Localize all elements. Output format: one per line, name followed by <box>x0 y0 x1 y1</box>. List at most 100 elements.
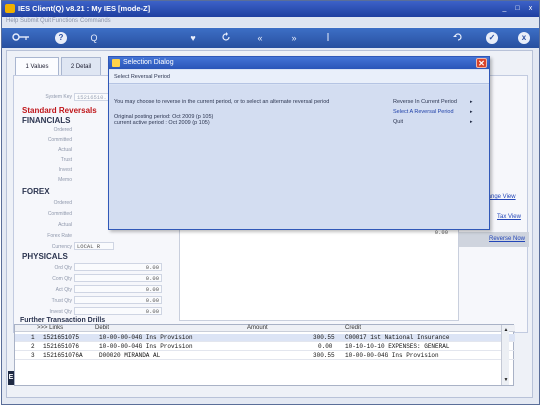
table-scrollbar[interactable]: ▲ ▼ <box>501 325 509 385</box>
dialog-subtitle-bar: Select Reversal Period <box>109 70 489 84</box>
app-logo-icon <box>5 4 15 13</box>
col-debit[interactable]: Debit <box>95 325 109 331</box>
drills-title: Further Transaction Drills <box>20 317 106 324</box>
drills-table: >>> Links Debit Amount Credit 1 15216510… <box>14 324 515 386</box>
actual-label: Actual <box>58 147 72 153</box>
dialog-message: You may choose to reverse in the current… <box>114 99 330 105</box>
chevron-right-icon: ▸ <box>470 109 473 115</box>
info-icon[interactable] <box>322 32 334 44</box>
col-amount[interactable]: Amount <box>247 325 268 331</box>
help-icon[interactable]: ? <box>55 32 67 44</box>
physicals-title: PHYSICALS <box>22 252 68 261</box>
dialog-subtitle: Select Reversal Period <box>114 74 170 80</box>
com-qty-label: Com Qty <box>52 276 72 282</box>
detail-area: 0.00 <box>179 226 459 321</box>
forex-rate-label: Forex Rate <box>47 233 72 239</box>
reverse-current-period-option[interactable]: Reverse In Current Period <box>393 99 457 105</box>
reload-icon[interactable] <box>452 32 464 44</box>
maximize-button[interactable]: □ <box>512 4 523 14</box>
ordered-label: Ordered <box>53 127 72 133</box>
trust-label: Trust <box>60 157 72 163</box>
row-amount: 300.55 <box>313 334 335 341</box>
check-icon[interactable]: ✓ <box>486 32 498 44</box>
scroll-down-icon[interactable]: ▼ <box>503 377 509 383</box>
tax-view-link[interactable]: Tax View <box>497 214 521 220</box>
heart-icon[interactable]: ♥ <box>187 32 199 44</box>
tab-detail-label: 2 Detail <box>70 64 92 70</box>
row-number: 1 <box>31 334 35 341</box>
detail-value: 0.00 <box>434 229 448 236</box>
window-title: IES Client(Q) v8.21 : My IES [mode-Z] <box>18 4 151 13</box>
row-amount: 0.00 <box>318 343 333 350</box>
committed-label: Committed <box>47 137 72 143</box>
col-links[interactable]: >>> Links <box>37 325 63 331</box>
system-key-label: System Key <box>45 94 72 100</box>
menu-help[interactable]: Help <box>6 18 18 24</box>
invest-label: Invest <box>58 167 72 173</box>
quit-option[interactable]: Quit <box>393 119 403 125</box>
table-row[interactable]: 1 1521651075 10-00-00-04G Ins Provision … <box>15 334 515 342</box>
trust-qty-label: Trust Qty <box>51 298 72 304</box>
row-link[interactable]: 1521651076 <box>43 343 79 351</box>
forex-ordered-label: Ordered <box>53 200 72 206</box>
current-period-text: current active period : Oct 2009 (p 105) <box>114 120 210 126</box>
row-number: 2 <box>31 343 35 350</box>
close-window-button[interactable]: x <box>525 4 536 14</box>
table-row[interactable]: 3 1521651076A D00020 MIRANDA AL 300.55 1… <box>15 352 515 360</box>
row-amount: 300.55 <box>313 352 335 359</box>
search-icon[interactable]: Q <box>88 32 100 44</box>
refresh-icon[interactable] <box>220 32 232 44</box>
forex-actual-label: Actual <box>58 222 72 228</box>
invest-qty-label: Invest Qty <box>49 309 72 315</box>
toolbar: ? Q ♥ « » ✓ x <box>2 28 539 48</box>
back-icon[interactable]: « <box>254 32 266 44</box>
selection-dialog: Selection Dialog ✕ Select Reversal Perio… <box>108 56 490 230</box>
reverse-now-link[interactable]: Reverse Now <box>489 236 525 242</box>
row-link[interactable]: 1521651076A <box>43 352 83 360</box>
currency-field[interactable]: LOCAL R <box>74 242 114 250</box>
ord-qty-field[interactable]: 0.00 <box>74 263 162 271</box>
table-row[interactable]: 2 1521651076 10-00-00-04G Ins Provision … <box>15 343 515 351</box>
chevron-right-icon: ▸ <box>470 119 473 125</box>
dialog-title: Selection Dialog <box>123 59 174 66</box>
row-debit: 10-00-00-04G Ins Provision <box>99 334 193 341</box>
dialog-close-button[interactable]: ✕ <box>476 58 487 68</box>
row-number: 3 <box>31 352 35 359</box>
row-credit: C00017 1st National Insurance <box>345 334 450 341</box>
row-credit: 10-10-10-10 EXPENSES: GENERAL <box>345 343 450 350</box>
close-icon[interactable]: x <box>518 32 530 44</box>
tab-values[interactable]: 1 Values <box>15 57 59 75</box>
row-debit: 10-00-00-04G Ins Provision <box>99 343 193 350</box>
forward-icon[interactable]: » <box>288 32 300 44</box>
tab-detail[interactable]: 2 Detail <box>61 57 101 75</box>
table-header: >>> Links Debit Amount Credit <box>15 325 515 332</box>
side-e-button[interactable]: E <box>8 371 14 385</box>
reverse-now-button[interactable]: Reverse Now <box>459 232 529 247</box>
menu-commands[interactable]: Commands <box>80 18 111 24</box>
row-debit: D00020 MIRANDA AL <box>99 352 161 359</box>
com-qty-field[interactable]: 0.00 <box>74 274 162 282</box>
row-credit: 10-00-00-04G Ins Provision <box>345 352 439 359</box>
menu-functions[interactable]: Functions <box>52 18 78 24</box>
act-qty-label: Act Qty <box>55 287 72 293</box>
menu-quit[interactable]: Quit <box>40 18 51 24</box>
dialog-title-bar: Selection Dialog ✕ <box>109 57 489 69</box>
tab-values-label: 1 Values <box>25 64 49 70</box>
col-credit[interactable]: Credit <box>345 325 361 331</box>
row-link[interactable]: 1521651075 <box>43 334 79 342</box>
chevron-right-icon: ▸ <box>470 99 473 105</box>
scroll-up-icon[interactable]: ▲ <box>503 327 509 333</box>
minimize-button[interactable]: _ <box>499 4 510 14</box>
act-qty-field[interactable]: 0.00 <box>74 285 162 293</box>
trust-qty-field[interactable]: 0.00 <box>74 296 162 304</box>
dialog-app-icon <box>112 59 120 67</box>
select-reversal-period-option[interactable]: Select A Reversal Period <box>393 109 454 115</box>
menu-submit[interactable]: Submit <box>20 18 39 24</box>
ord-qty-label: Ord Qty <box>54 265 72 271</box>
invest-qty-field[interactable]: 0.00 <box>74 307 162 315</box>
title-bar: IES Client(Q) v8.21 : My IES [mode-Z] _ … <box>2 1 539 17</box>
key-icon[interactable] <box>12 32 30 44</box>
dialog-body: You may choose to reverse in the current… <box>109 85 489 229</box>
reversal-title: Standard Reversals <box>22 106 97 115</box>
financials-title: FINANCIALS <box>22 116 71 125</box>
